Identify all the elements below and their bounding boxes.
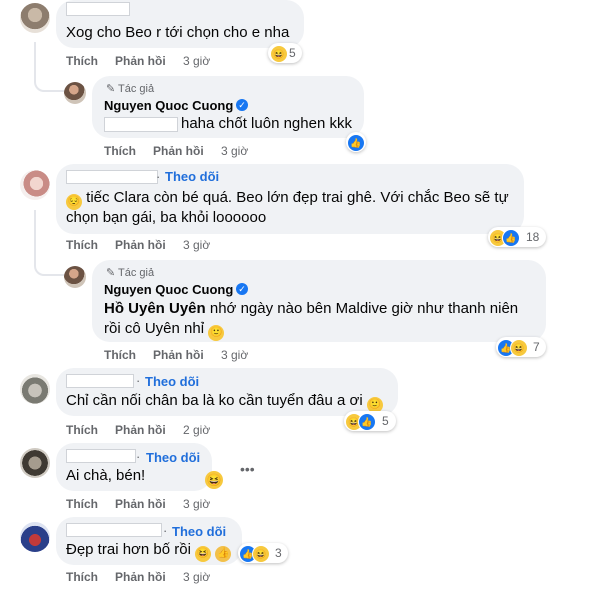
laughing-icon: 😆	[195, 546, 212, 562]
thumbs-up-icon: 👍	[215, 546, 232, 562]
redacted-name	[66, 2, 130, 16]
separator-dot: ·	[163, 523, 168, 538]
commenter-name[interactable]: Nguyen Quoc Cuong	[104, 98, 233, 113]
like-icon: 👍	[358, 413, 376, 431]
comment-text-line: chọn bạn gái, ba khỏi loooooo	[66, 209, 267, 226]
haha-icon: 😆	[252, 545, 270, 563]
avatar[interactable]	[20, 522, 50, 552]
comment-time[interactable]: 2 giờ	[183, 423, 210, 437]
reaction-count: 18	[526, 230, 540, 244]
reaction-summary[interactable]: 😆 5	[268, 43, 302, 63]
comment-text-line: nhớ ngày nào bên Maldive giờ như thanh n…	[209, 300, 519, 317]
haha-icon: 😆	[510, 339, 528, 357]
comment-time[interactable]: 3 giờ	[221, 348, 248, 362]
reply-button[interactable]: Phản hồi	[115, 238, 166, 252]
reaction-summary[interactable]: 👍 😆 7	[496, 337, 546, 357]
like-button[interactable]: Thích	[104, 144, 136, 158]
comment-text: Ai chà, bén!	[66, 467, 146, 484]
comment-text: Hồ Uyên Uyên nhớ ngày nào bên Maldive gi…	[104, 298, 518, 319]
author-tag: Tác giả	[118, 267, 155, 279]
smile-icon: 🙂	[208, 325, 225, 341]
like-button[interactable]: Thích	[66, 570, 98, 584]
comment-text: Đẹp trai hơn bố rồi 😆 👍	[66, 539, 232, 562]
comment-time[interactable]: 3 giờ	[183, 238, 210, 252]
like-button[interactable]: Thích	[104, 348, 136, 362]
mention-link[interactable]: Hồ Uyên Uyên	[104, 300, 206, 317]
reaction-count: 5	[289, 46, 296, 60]
reply-button[interactable]: Phản hồi	[153, 144, 204, 158]
author-tag: Tác giả	[118, 83, 155, 95]
comment-text: Chỉ cần nối chân ba là ko cần tuyển đâu …	[66, 390, 383, 413]
avatar[interactable]	[20, 3, 50, 33]
haha-reaction-icon: 😆	[205, 471, 223, 489]
comment-time[interactable]: 3 giờ	[221, 144, 248, 158]
comment-text: haha chốt luôn nghen kkk	[181, 115, 352, 132]
avatar[interactable]	[64, 266, 86, 288]
reaction-summary[interactable]: 👍 😆 3	[238, 543, 288, 563]
redacted-name	[66, 449, 136, 463]
follow-button[interactable]: Theo dõi	[146, 450, 200, 465]
like-button[interactable]: Thích	[66, 497, 98, 511]
like-icon: 👍	[502, 229, 520, 247]
pen-icon: ✎	[106, 83, 116, 95]
reaction-count: 7	[533, 340, 540, 354]
avatar[interactable]	[20, 170, 50, 200]
redacted-name	[66, 170, 158, 184]
comment-time[interactable]: 3 giờ	[183, 570, 210, 584]
reply-button[interactable]: Phản hồi	[153, 348, 204, 362]
comment-text-line: tiếc Clara còn bé quá. Beo lớn đẹp trai …	[86, 189, 509, 206]
comment-text-line-2: rồi cô Uyên nhỉ 🙂	[104, 318, 225, 341]
reply-button[interactable]: Phản hồi	[115, 423, 166, 437]
comment-time[interactable]: 3 giờ	[183, 497, 210, 511]
reply-button[interactable]: Phản hồi	[115, 497, 166, 511]
verified-badge-icon: ✓	[236, 283, 248, 295]
redacted-mention	[104, 117, 178, 132]
follow-button[interactable]: Theo dõi	[172, 524, 226, 539]
avatar[interactable]	[20, 448, 50, 478]
follow-button[interactable]: Theo dõi	[145, 374, 199, 389]
reply-button[interactable]: Phản hồi	[115, 570, 166, 584]
reaction-count: 5	[382, 414, 389, 428]
like-button[interactable]: Thích	[66, 54, 98, 68]
redacted-name	[66, 374, 134, 388]
avatar[interactable]	[64, 82, 86, 104]
reply-button[interactable]: Phản hồi	[115, 54, 166, 68]
commenter-name[interactable]: Nguyen Quoc Cuong	[104, 282, 233, 297]
redacted-name	[66, 523, 162, 537]
reaction-summary[interactable]: 👍	[346, 132, 366, 152]
more-options-icon[interactable]: •••	[240, 461, 255, 477]
like-button[interactable]: Thích	[66, 423, 98, 437]
separator-dot: ·	[136, 449, 141, 464]
follow-button[interactable]: Theo dõi	[165, 169, 219, 184]
pen-icon: ✎	[106, 267, 116, 279]
haha-icon: 😆	[270, 45, 288, 63]
like-button[interactable]: Thích	[66, 238, 98, 252]
reply-thread-line	[34, 42, 66, 92]
avatar[interactable]	[20, 374, 50, 404]
separator-dot: ·	[136, 373, 141, 388]
verified-badge-icon: ✓	[236, 99, 248, 111]
comment-time[interactable]: 3 giờ	[183, 54, 210, 68]
separator-dot: ·	[156, 169, 161, 184]
reaction-summary[interactable]: 😆 👍 18	[488, 227, 546, 247]
comment-text: Xog cho Beo r tới chọn cho e nha	[66, 24, 290, 41]
like-icon: 👍	[347, 134, 365, 152]
reaction-count: 3	[275, 546, 282, 560]
reaction-summary[interactable]: 😆 👍 5	[344, 411, 396, 431]
